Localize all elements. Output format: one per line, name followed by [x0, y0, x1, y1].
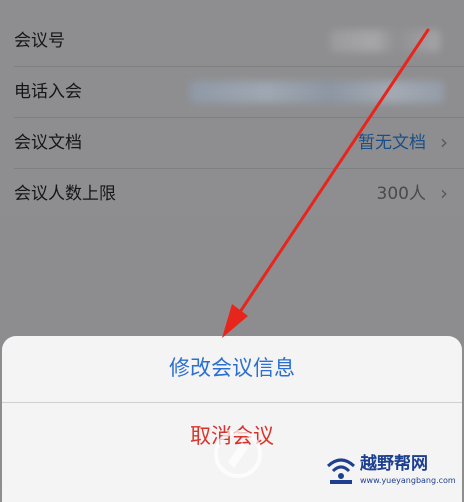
annotation-arrow	[222, 28, 430, 338]
